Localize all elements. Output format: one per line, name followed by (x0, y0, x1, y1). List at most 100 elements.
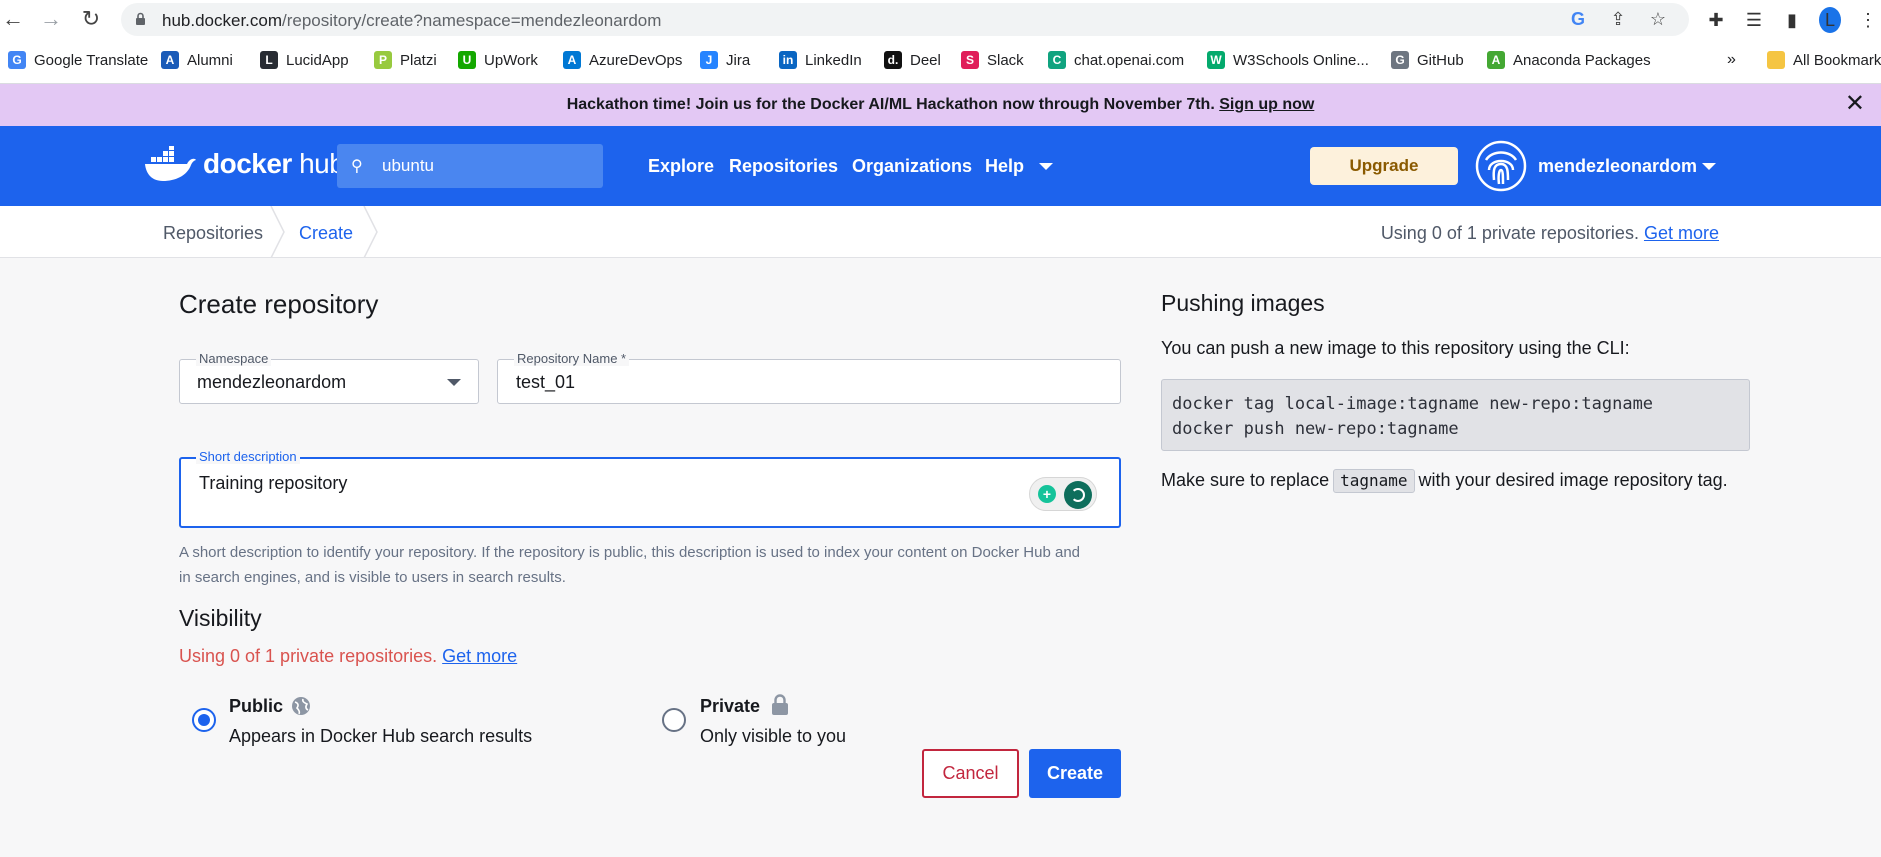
bookmark-label: Jira (726, 51, 751, 69)
bookmark-favicon-icon: A (563, 51, 581, 69)
namespace-select[interactable]: Namespace mendezleonardom (179, 351, 479, 404)
bookmark-item[interactable]: A AzureDevOps (563, 51, 682, 69)
bookmark-item[interactable]: A Anaconda Packages (1487, 51, 1651, 69)
more-bookmarks-icon[interactable]: » (1727, 51, 1736, 69)
bookmark-favicon-icon: A (1487, 51, 1505, 69)
bookmark-item[interactable]: in LinkedIn (779, 51, 862, 69)
bookmark-favicon-icon: G (1391, 51, 1409, 69)
get-more-link[interactable]: Get more (1644, 223, 1719, 243)
dockerhub-logo[interactable]: docker hub (143, 146, 345, 182)
user-menu-chevron-down-icon[interactable] (1702, 163, 1716, 170)
lightbulb-icon[interactable]: + (1038, 485, 1056, 503)
search-box[interactable]: ⚲ ubuntu (337, 144, 603, 188)
nav-explore[interactable]: Explore (648, 156, 714, 177)
bookmark-favicon-icon: G (8, 51, 26, 69)
bookmark-item[interactable]: U UpWork (458, 51, 538, 69)
menu-icon[interactable]: ⋮ (1857, 10, 1879, 31)
bookmark-favicon-icon: d. (884, 51, 902, 69)
cli-code-block: docker tag local-image:tagname new-repo:… (1161, 379, 1750, 451)
repository-name-field[interactable]: Repository Name * test_01 (497, 351, 1121, 404)
bookmark-item[interactable]: d. Deel (884, 51, 941, 69)
logo-text: docker hub (203, 148, 345, 179)
private-radio[interactable] (662, 708, 686, 732)
bookmark-label: Platzi (400, 51, 437, 69)
short-description-field[interactable]: Short description Training repository + (179, 449, 1121, 528)
bookmark-favicon-icon: in (779, 51, 797, 69)
bookmark-star-icon[interactable]: ☆ (1647, 8, 1669, 30)
url-text: hub.docker.com/repository/create?namespa… (162, 11, 662, 30)
globe-icon (292, 697, 310, 715)
extensions-icon[interactable]: ✚ (1705, 10, 1727, 31)
reload-icon[interactable]: ↻ (78, 6, 104, 32)
breadcrumb-separator (363, 206, 378, 258)
bookmark-label: Google Translate (34, 51, 149, 69)
profile-avatar[interactable]: L (1819, 7, 1841, 33)
hackathon-banner: Hackathon time! Join us for the Docker A… (0, 84, 1881, 126)
bookmark-item[interactable]: J Jira (700, 51, 750, 69)
address-bar[interactable]: hub.docker.com/repository/create?namespa… (121, 3, 1689, 36)
bookmark-item[interactable]: L LucidApp (260, 51, 349, 69)
breadcrumb-create[interactable]: Create (299, 223, 353, 244)
pushing-images-intro: You can push a new image to this reposit… (1161, 338, 1630, 358)
private-subtitle: Only visible to you (700, 726, 847, 746)
short-description-value: Training repository (199, 473, 348, 493)
forward-icon[interactable]: → (38, 6, 64, 32)
bookmark-favicon-icon: W (1207, 51, 1225, 69)
namespace-value: mendezleonardom (197, 372, 347, 392)
bookmark-item[interactable]: Cchat.openai.com (1048, 51, 1184, 69)
create-button[interactable]: Create (1029, 749, 1121, 798)
code-line: docker push new-repo:tagname (1172, 419, 1459, 439)
all-bookmarks-folder[interactable]: All Bookmark (1767, 51, 1881, 69)
bookmark-item[interactable]: A Alumni (161, 51, 233, 69)
search-input[interactable]: ubuntu (382, 156, 434, 176)
visibility-get-more-link[interactable]: Get more (442, 646, 517, 666)
private-title: Private (700, 696, 761, 716)
breadcrumb: Repositories Create Using 0 of 1 private… (0, 206, 1881, 258)
breadcrumb-repositories[interactable]: Repositories (163, 223, 263, 244)
bookmark-item[interactable]: G GitHub (1391, 51, 1464, 69)
close-icon[interactable]: ✕ (1845, 92, 1865, 116)
folder-icon (1767, 51, 1785, 69)
bookmark-label: Alumni (187, 51, 233, 69)
cancel-button[interactable]: Cancel (922, 749, 1019, 798)
bookmark-favicon-icon: S (961, 51, 979, 69)
private-repo-usage: Using 0 of 1 private repositories. Get m… (1380, 223, 1719, 243)
nav-organizations[interactable]: Organizations (852, 156, 972, 177)
user-avatar-fingerprint-icon[interactable] (1475, 140, 1527, 192)
username[interactable]: mendezleonardom (1538, 156, 1697, 177)
bookmark-label: Deel (910, 51, 941, 69)
google-icon[interactable]: G (1567, 8, 1589, 30)
banner-text: Hackathon time! Join us for the Docker A… (566, 96, 1315, 113)
reading-list-icon[interactable]: ☰ (1743, 10, 1765, 31)
back-icon[interactable]: ← (0, 6, 26, 32)
grammarly-ring-icon (1071, 488, 1085, 502)
upgrade-button[interactable]: Upgrade (1310, 147, 1458, 185)
grammar-assistant-widget[interactable]: + (1029, 477, 1097, 511)
signup-link[interactable]: Sign up now (1219, 96, 1314, 113)
bookmark-item[interactable]: G Google Translate (8, 51, 148, 69)
bookmark-favicon-icon: J (700, 51, 718, 69)
bookmarks-bar: » All Bookmark G Google Translate A Alumni L… (0, 39, 1881, 84)
side-panel-icon[interactable]: ▮ (1781, 10, 1803, 31)
public-radio[interactable] (192, 708, 216, 732)
share-icon[interactable]: ⇪ (1607, 8, 1629, 30)
bookmark-favicon-icon: A (161, 51, 179, 69)
bookmark-item[interactable]: S Slack (961, 51, 1024, 69)
visibility-usage: Using 0 of 1 private repositories. Get m… (179, 646, 518, 666)
bookmark-item[interactable]: P Platzi (374, 51, 437, 69)
bookmark-label: LinkedIn (805, 51, 862, 69)
dockerhub-header: docker hub ⚲ ubuntu Explore Repositories… (0, 126, 1881, 206)
help-chevron-down-icon[interactable] (1039, 163, 1053, 170)
nav-repositories[interactable]: Repositories (729, 156, 838, 177)
nav-help[interactable]: Help (985, 156, 1024, 177)
repository-name-label: Repository Name * (514, 351, 630, 366)
short-description-label: Short description (196, 449, 300, 464)
public-title: Public (229, 696, 284, 716)
bookmark-item[interactable]: W W3Schools Online... (1207, 51, 1369, 69)
bookmark-favicon-icon: C (1048, 51, 1066, 69)
search-icon: ⚲ (351, 158, 363, 175)
bookmark-label: GitHub (1417, 51, 1464, 69)
public-subtitle: Appears in Docker Hub search results (229, 726, 533, 746)
chevron-down-icon (447, 379, 461, 386)
bookmark-label: Slack (987, 51, 1024, 69)
